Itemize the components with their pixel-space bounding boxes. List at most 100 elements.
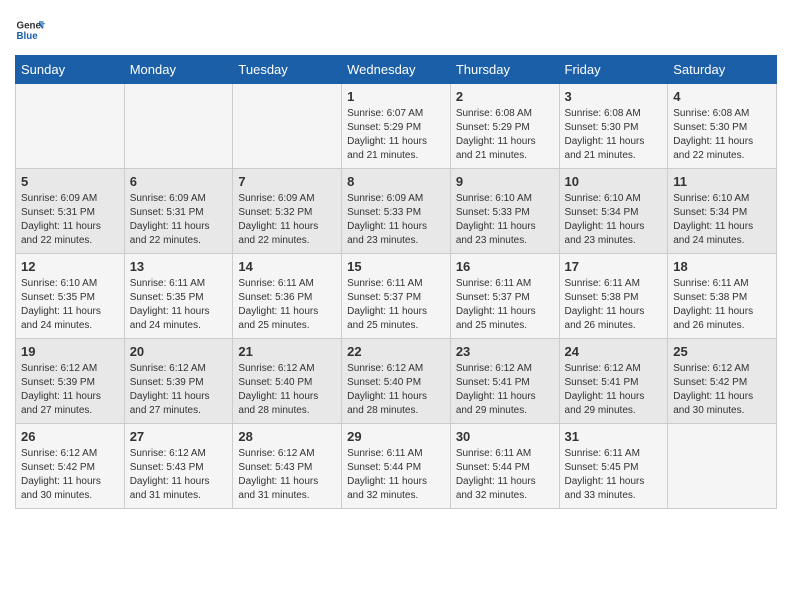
calendar-cell: 29 Sunrise: 6:11 AM Sunset: 5:44 PM Dayli…	[342, 424, 451, 509]
weekday-header-wednesday: Wednesday	[342, 56, 451, 84]
weekday-header-sunday: Sunday	[16, 56, 125, 84]
calendar-cell: 27 Sunrise: 6:12 AM Sunset: 5:43 PM Dayli…	[124, 424, 233, 509]
day-number: 31	[565, 429, 663, 444]
day-number: 11	[673, 174, 771, 189]
weekday-header-tuesday: Tuesday	[233, 56, 342, 84]
day-number: 24	[565, 344, 663, 359]
day-info: Sunrise: 6:10 AM Sunset: 5:35 PM Dayligh…	[21, 277, 119, 333]
calendar-cell: 19 Sunrise: 6:12 AM Sunset: 5:39 PM Dayli…	[16, 339, 125, 424]
day-info: Sunrise: 6:12 AM Sunset: 5:42 PM Dayligh…	[21, 447, 119, 503]
day-info: Sunrise: 6:11 AM Sunset: 5:44 PM Dayligh…	[456, 447, 554, 503]
day-info: Sunrise: 6:10 AM Sunset: 5:34 PM Dayligh…	[565, 192, 663, 248]
logo: General Blue	[15, 15, 45, 45]
calendar-cell: 2 Sunrise: 6:08 AM Sunset: 5:29 PM Daylig…	[450, 84, 559, 169]
calendar-cell	[668, 424, 777, 509]
day-info: Sunrise: 6:12 AM Sunset: 5:41 PM Dayligh…	[565, 362, 663, 418]
day-info: Sunrise: 6:09 AM Sunset: 5:32 PM Dayligh…	[238, 192, 336, 248]
calendar-cell	[124, 84, 233, 169]
calendar-cell	[233, 84, 342, 169]
day-number: 28	[238, 429, 336, 444]
weekday-header-monday: Monday	[124, 56, 233, 84]
calendar-cell: 23 Sunrise: 6:12 AM Sunset: 5:41 PM Dayli…	[450, 339, 559, 424]
calendar-cell: 5Sunrise: 6:09 AM Sunset: 5:31 PM Daylig…	[16, 169, 125, 254]
day-info: Sunrise: 6:11 AM Sunset: 5:38 PM Dayligh…	[565, 277, 663, 333]
day-info: Sunrise: 6:12 AM Sunset: 5:43 PM Dayligh…	[238, 447, 336, 503]
calendar-cell: 16 Sunrise: 6:11 AM Sunset: 5:37 PM Dayli…	[450, 254, 559, 339]
day-number: 15	[347, 259, 445, 274]
calendar-table: SundayMondayTuesdayWednesdayThursdayFrid…	[15, 55, 777, 509]
calendar-cell: 17 Sunrise: 6:11 AM Sunset: 5:38 PM Dayli…	[559, 254, 668, 339]
day-number: 30	[456, 429, 554, 444]
day-number: 16	[456, 259, 554, 274]
day-number: 23	[456, 344, 554, 359]
day-number: 18	[673, 259, 771, 274]
calendar-cell: 13 Sunrise: 6:11 AM Sunset: 5:35 PM Dayli…	[124, 254, 233, 339]
day-info: Sunrise: 6:11 AM Sunset: 5:37 PM Dayligh…	[456, 277, 554, 333]
page-header: General Blue	[15, 15, 777, 45]
calendar-cell: 25 Sunrise: 6:12 AM Sunset: 5:42 PM Dayli…	[668, 339, 777, 424]
day-info: Sunrise: 6:11 AM Sunset: 5:36 PM Dayligh…	[238, 277, 336, 333]
day-info: Sunrise: 6:12 AM Sunset: 5:42 PM Dayligh…	[673, 362, 771, 418]
day-number: 5	[21, 174, 119, 189]
calendar-cell: 22Sunrise: 6:12 AM Sunset: 5:40 PM Dayli…	[342, 339, 451, 424]
calendar-cell: 4Sunrise: 6:08 AM Sunset: 5:30 PM Daylig…	[668, 84, 777, 169]
day-number: 17	[565, 259, 663, 274]
calendar-cell: 31 Sunrise: 6:11 AM Sunset: 5:45 PM Dayli…	[559, 424, 668, 509]
day-number: 22	[347, 344, 445, 359]
calendar-week-row: 1Sunrise: 6:07 AM Sunset: 5:29 PM Daylig…	[16, 84, 777, 169]
day-info: Sunrise: 6:09 AM Sunset: 5:33 PM Dayligh…	[347, 192, 445, 248]
weekday-header-saturday: Saturday	[668, 56, 777, 84]
day-number: 7	[238, 174, 336, 189]
day-number: 14	[238, 259, 336, 274]
calendar-cell: 28 Sunrise: 6:12 AM Sunset: 5:43 PM Dayli…	[233, 424, 342, 509]
calendar-cell: 10Sunrise: 6:10 AM Sunset: 5:34 PM Dayli…	[559, 169, 668, 254]
day-info: Sunrise: 6:09 AM Sunset: 5:31 PM Dayligh…	[130, 192, 228, 248]
calendar-cell: 6Sunrise: 6:09 AM Sunset: 5:31 PM Daylig…	[124, 169, 233, 254]
day-number: 19	[21, 344, 119, 359]
day-info: Sunrise: 6:11 AM Sunset: 5:37 PM Dayligh…	[347, 277, 445, 333]
day-number: 27	[130, 429, 228, 444]
day-info: Sunrise: 6:11 AM Sunset: 5:38 PM Dayligh…	[673, 277, 771, 333]
day-number: 9	[456, 174, 554, 189]
day-info: Sunrise: 6:12 AM Sunset: 5:41 PM Dayligh…	[456, 362, 554, 418]
day-info: Sunrise: 6:11 AM Sunset: 5:35 PM Dayligh…	[130, 277, 228, 333]
day-info: Sunrise: 6:08 AM Sunset: 5:29 PM Dayligh…	[456, 107, 554, 163]
day-number: 3	[565, 89, 663, 104]
day-info: Sunrise: 6:08 AM Sunset: 5:30 PM Dayligh…	[565, 107, 663, 163]
day-number: 29	[347, 429, 445, 444]
svg-text:Blue: Blue	[17, 31, 39, 42]
calendar-cell: 14 Sunrise: 6:11 AM Sunset: 5:36 PM Dayli…	[233, 254, 342, 339]
day-info: Sunrise: 6:12 AM Sunset: 5:39 PM Dayligh…	[21, 362, 119, 418]
day-number: 13	[130, 259, 228, 274]
day-number: 1	[347, 89, 445, 104]
day-number: 25	[673, 344, 771, 359]
calendar-cell: 9 Sunrise: 6:10 AM Sunset: 5:33 PM Daylig…	[450, 169, 559, 254]
day-info: Sunrise: 6:11 AM Sunset: 5:45 PM Dayligh…	[565, 447, 663, 503]
calendar-cell: 12 Sunrise: 6:10 AM Sunset: 5:35 PM Dayli…	[16, 254, 125, 339]
day-number: 12	[21, 259, 119, 274]
calendar-week-row: 12 Sunrise: 6:10 AM Sunset: 5:35 PM Dayli…	[16, 254, 777, 339]
calendar-cell: 11 Sunrise: 6:10 AM Sunset: 5:34 PM Dayli…	[668, 169, 777, 254]
calendar-cell: 18 Sunrise: 6:11 AM Sunset: 5:38 PM Dayli…	[668, 254, 777, 339]
day-number: 26	[21, 429, 119, 444]
calendar-cell: 26 Sunrise: 6:12 AM Sunset: 5:42 PM Dayli…	[16, 424, 125, 509]
weekday-header-thursday: Thursday	[450, 56, 559, 84]
day-number: 2	[456, 89, 554, 104]
calendar-cell: 21Sunrise: 6:12 AM Sunset: 5:40 PM Dayli…	[233, 339, 342, 424]
calendar-cell: 8 Sunrise: 6:09 AM Sunset: 5:33 PM Daylig…	[342, 169, 451, 254]
calendar-week-row: 19 Sunrise: 6:12 AM Sunset: 5:39 PM Dayli…	[16, 339, 777, 424]
calendar-cell: 3 Sunrise: 6:08 AM Sunset: 5:30 PM Daylig…	[559, 84, 668, 169]
day-info: Sunrise: 6:11 AM Sunset: 5:44 PM Dayligh…	[347, 447, 445, 503]
day-info: Sunrise: 6:08 AM Sunset: 5:30 PM Dayligh…	[673, 107, 771, 163]
day-info: Sunrise: 6:10 AM Sunset: 5:34 PM Dayligh…	[673, 192, 771, 248]
day-number: 8	[347, 174, 445, 189]
day-info: Sunrise: 6:10 AM Sunset: 5:33 PM Dayligh…	[456, 192, 554, 248]
calendar-week-row: 26 Sunrise: 6:12 AM Sunset: 5:42 PM Dayli…	[16, 424, 777, 509]
day-number: 20	[130, 344, 228, 359]
calendar-week-row: 5 Sunrise: 6:09 AM Sunset: 5:31 PM Daylig…	[16, 169, 777, 254]
weekday-header-row: SundayMondayTuesdayWednesdayThursdayFrid…	[16, 56, 777, 84]
calendar-cell: 30 Sunrise: 6:11 AM Sunset: 5:44 PM Dayli…	[450, 424, 559, 509]
day-info: Sunrise: 6:12 AM Sunset: 5:40 PM Dayligh…	[238, 362, 336, 418]
day-info: Sunrise: 6:12 AM Sunset: 5:39 PM Dayligh…	[130, 362, 228, 418]
day-info: Sunrise: 6:12 AM Sunset: 5:43 PM Dayligh…	[130, 447, 228, 503]
